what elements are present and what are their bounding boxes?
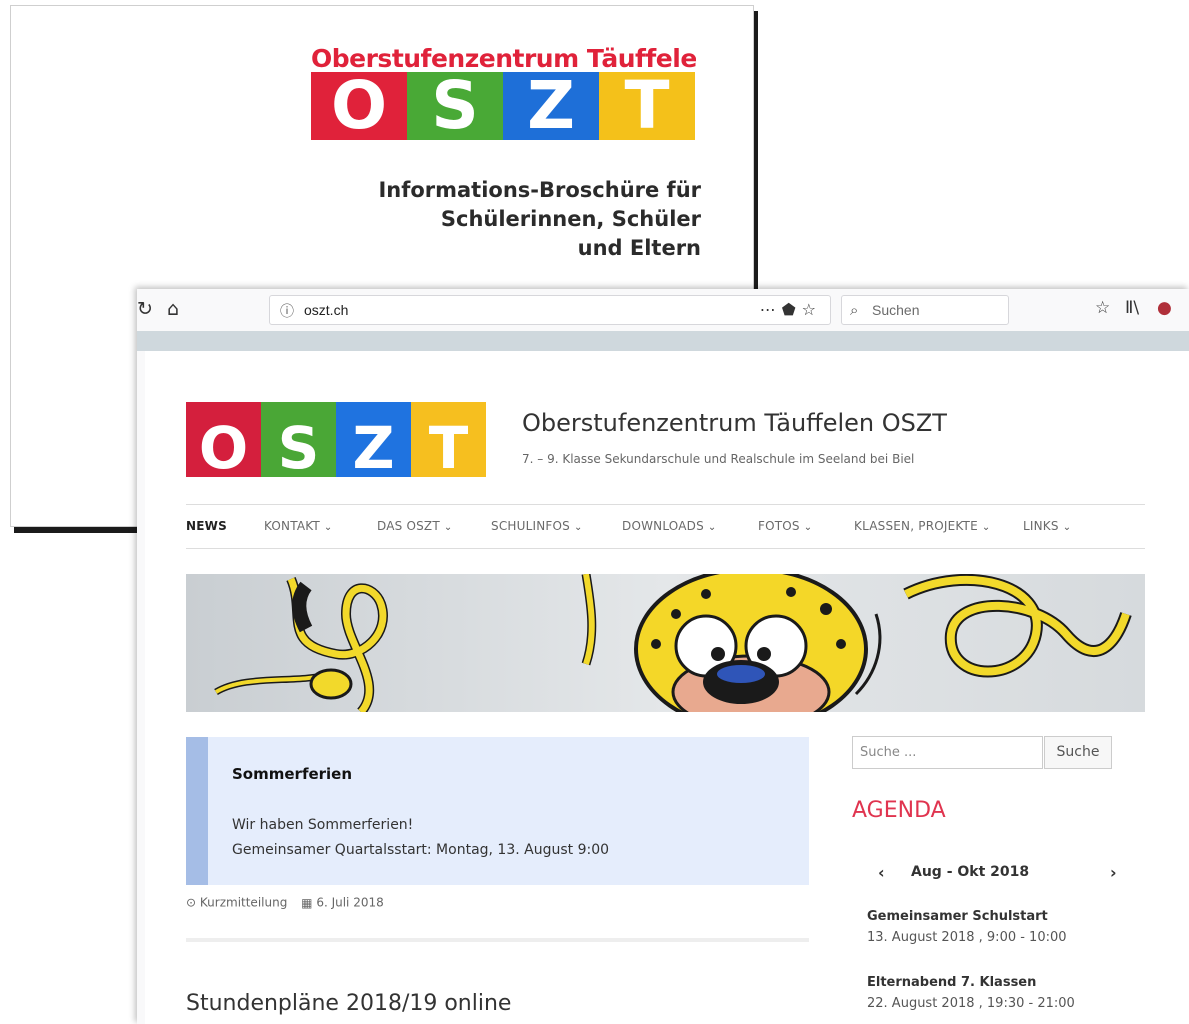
- chevron-down-icon: ⌄: [981, 522, 991, 533]
- nav-item-klassen-projekte[interactable]: KLASSEN, PROJEKTE ⌄: [854, 519, 990, 533]
- brochure-letters: O S Z T: [311, 72, 696, 140]
- nav-item-links[interactable]: LINKS ⌄: [1023, 519, 1071, 533]
- event-time: 22. August 2018 , 19:30 - 21:00: [867, 996, 1075, 1011]
- library-icon[interactable]: Ⅱ\: [1125, 298, 1139, 318]
- event-title[interactable]: Elternabend 7. Klassen: [867, 975, 1036, 990]
- brochure-logo: Oberstufenzentrum Täuffelen O S Z T: [311, 46, 696, 140]
- chevron-down-icon: ⌄: [323, 522, 333, 533]
- page-top-band: [137, 331, 1189, 351]
- browser-search-placeholder: Suchen: [872, 302, 920, 318]
- url-actions: ⋯⬟☆: [760, 300, 822, 319]
- calendar-range: Aug - Okt 2018: [911, 864, 1030, 880]
- brochure-subtitle-line: und Eltern: [577, 236, 701, 260]
- calendar-icon: ▦: [301, 895, 313, 910]
- nav-item-fotos[interactable]: FOTOS ⌄: [758, 519, 812, 533]
- nav-label: KLASSEN, PROJEKTE: [854, 519, 978, 533]
- agenda-heading: AGENDA: [852, 798, 946, 823]
- bookmark-star-icon[interactable]: ☆: [802, 300, 822, 319]
- chevron-down-icon: ⌄: [573, 522, 583, 533]
- url-bar[interactable]: ⓘ oszt.ch ⋯⬟☆: [269, 295, 831, 325]
- nav-label: DAS OSZT: [377, 519, 440, 533]
- home-icon[interactable]: ⌂: [167, 298, 179, 320]
- logo-letter-s: S: [261, 402, 336, 477]
- header-banner-image: [186, 574, 1145, 712]
- brochure-subtitle-line: Informations-Broschüre für: [378, 178, 701, 202]
- brochure-letter-z: Z: [503, 72, 599, 140]
- extension-icon[interactable]: ●: [1157, 298, 1172, 318]
- chevron-down-icon: ⌄: [443, 522, 453, 533]
- page-actions-icon[interactable]: ⋯: [760, 300, 782, 319]
- web-page: O S Z T Oberstufenzentrum Täuffelen OSZT…: [145, 351, 1189, 1024]
- brochure-letter-o: O: [311, 72, 407, 140]
- post-meta: ⊙ Kurzmitteilung ▦ 6. Juli 2018: [186, 895, 384, 910]
- post-date-link[interactable]: 6. Juli 2018: [316, 896, 383, 910]
- nav-item-kontakt[interactable]: KONTAKT ⌄: [264, 519, 333, 533]
- url-text[interactable]: oszt.ch: [304, 302, 348, 318]
- notice-box: Sommerferien Wir haben Sommerferien! Gem…: [186, 737, 809, 885]
- nav-item-news[interactable]: NEWS: [186, 519, 227, 533]
- event-title[interactable]: Gemeinsamer Schulstart: [867, 909, 1048, 924]
- browser-search-bar[interactable]: ⌕ Suchen: [841, 295, 1009, 325]
- brochure-subtitle: Informations-Broschüre für Schülerinnen,…: [378, 176, 701, 263]
- post-divider: [186, 938, 809, 942]
- nav-label: DOWNLOADS: [622, 519, 704, 533]
- logo-letter-t: T: [411, 402, 486, 477]
- nav-item-downloads[interactable]: DOWNLOADS ⌄: [622, 519, 716, 533]
- nav-label: NEWS: [186, 519, 227, 533]
- nav-label: FOTOS: [758, 519, 800, 533]
- chevron-down-icon: ⌄: [707, 522, 717, 533]
- nav-label: SCHULINFOS: [491, 519, 570, 533]
- chevron-down-icon: ⌄: [803, 522, 813, 533]
- site-title[interactable]: Oberstufenzentrum Täuffelen OSZT: [522, 409, 947, 437]
- brochure-subtitle-line: Schülerinnen, Schüler: [440, 207, 701, 231]
- sidebar-search-input[interactable]: Suche ...: [852, 736, 1043, 769]
- reload-icon[interactable]: ↻: [137, 298, 153, 320]
- notice-text: Wir haben Sommerferien!: [232, 817, 414, 833]
- sidebar-search-placeholder: Suche ...: [860, 745, 917, 760]
- site-info-icon[interactable]: ⓘ: [280, 301, 294, 321]
- event-time: 13. August 2018 , 9:00 - 10:00: [867, 930, 1067, 945]
- search-icon: ⌕: [850, 301, 859, 319]
- nav-label: LINKS: [1023, 519, 1059, 533]
- notice-title: Sommerferien: [232, 765, 353, 783]
- logo-letter-o: O: [186, 402, 261, 477]
- chevron-left-icon[interactable]: ‹: [878, 863, 885, 882]
- brochure-letter-t: T: [599, 72, 695, 140]
- main-navigation: NEWS KONTAKT ⌄ DAS OSZT ⌄ SCHULINFOS ⌄ DOWN…: [186, 504, 1145, 549]
- marsupilami-mural-illustration: [186, 574, 1145, 712]
- brochure-letter-s: S: [407, 72, 503, 140]
- pocket-icon[interactable]: ⬟: [782, 300, 802, 319]
- site-description: 7. – 9. Klasse Sekundarschule und Realsc…: [522, 452, 915, 466]
- sidebar-search-button[interactable]: Suche: [1044, 736, 1112, 769]
- nav-item-das-oszt[interactable]: DAS OSZT ⌄: [377, 519, 452, 533]
- nav-label: KONTAKT: [264, 519, 320, 533]
- post-format-icon: ⊙: [186, 895, 197, 910]
- nav-item-schulinfos[interactable]: SCHULINFOS ⌄: [491, 519, 583, 533]
- post-category-link[interactable]: Kurzmitteilung: [200, 896, 287, 910]
- bookmarks-star-icon[interactable]: ☆: [1095, 298, 1110, 318]
- chevron-right-icon[interactable]: ›: [1110, 863, 1117, 882]
- logo-letter-z: Z: [336, 402, 411, 477]
- browser-toolbar: ↻ ⌂ ⓘ oszt.ch ⋯⬟☆ ⌕ Suchen ☆ Ⅱ\ ●: [137, 289, 1189, 331]
- post-title[interactable]: Stundenpläne 2018/19 online: [186, 991, 511, 1016]
- site-logo[interactable]: O S Z T: [186, 402, 486, 477]
- browser-window: ↻ ⌂ ⓘ oszt.ch ⋯⬟☆ ⌕ Suchen ☆ Ⅱ\ ● O S Z …: [137, 289, 1189, 1024]
- notice-text: Gemeinsamer Quartalsstart: Montag, 13. A…: [232, 842, 610, 858]
- chevron-down-icon: ⌄: [1062, 522, 1072, 533]
